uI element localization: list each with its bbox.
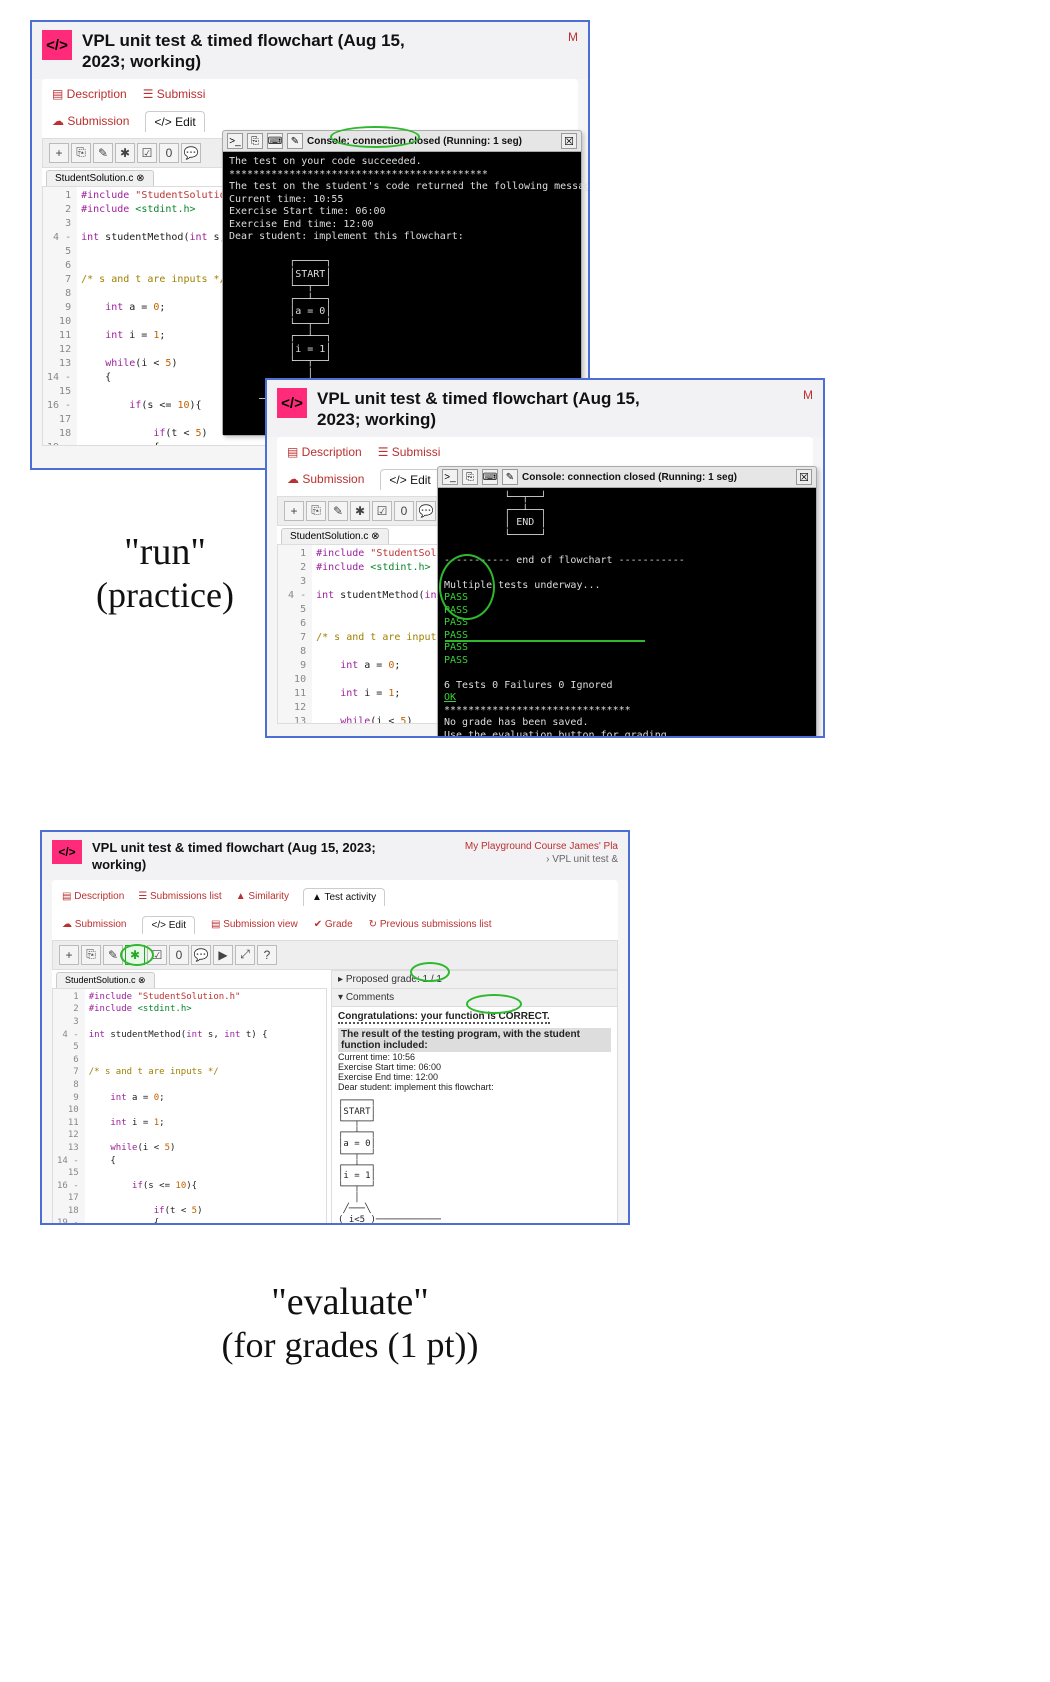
- tb-comment[interactable]: 💬: [416, 501, 436, 521]
- caption-run-sub: (practice): [50, 574, 280, 616]
- console-keyboard-icon[interactable]: ⌨: [482, 469, 498, 485]
- tb-redo[interactable]: ✎: [103, 945, 123, 965]
- tb-bug[interactable]: ✱: [125, 945, 145, 965]
- highlight-underline: [445, 640, 645, 642]
- tab-submission[interactable]: ☁ Submission: [52, 111, 129, 132]
- header: </> VPL unit test & timed flowchart (Aug…: [42, 832, 628, 880]
- tab-submission[interactable]: ☁ Submission: [62, 916, 126, 934]
- secondary-tabs: ☁ Submission </> Edit ▤ Submission view …: [52, 912, 618, 940]
- caption-run: "run" (practice): [50, 530, 280, 616]
- tb-bug[interactable]: ✱: [350, 501, 370, 521]
- flowchart-ascii: ┌─────┐ │START│ └──┬──┘ ┌──┴──┐ │a = 0│ …: [338, 1096, 611, 1225]
- evaluation-panel: ▸ Proposed grade: 1 / 1 ▾ Comments Congr…: [331, 970, 618, 1225]
- tab-similarity[interactable]: ▲ Similarity: [236, 891, 289, 902]
- console-output[interactable]: └──┬──┘ ┌──┴──┐ │ END │ └─────┘ --------…: [438, 488, 816, 738]
- tb-run[interactable]: ▶: [213, 945, 233, 965]
- caption-evaluate: "evaluate" (for grades (1 pt)): [150, 1280, 550, 1366]
- vpl-code-icon: </>: [52, 840, 82, 864]
- editor-toolbar: + ⎘ ✎ ✱ ☑ 0 💬 ▶ ⤢ ?: [52, 940, 618, 970]
- tb-zero[interactable]: 0: [394, 501, 414, 521]
- caption-evaluate-sub: (for grades (1 pt)): [150, 1324, 550, 1366]
- tab-edit[interactable]: </> Edit: [145, 111, 204, 132]
- tab-test-activity[interactable]: ▲ Test activity: [303, 888, 385, 906]
- line-gutter: 1 2 3 4 - 5 6 7 8 9 10 11 12 13 14 - 15 …: [43, 187, 77, 445]
- primary-tabs: ▤ Description ☰ Submissi: [42, 79, 578, 107]
- truncated-label: M: [803, 388, 813, 402]
- caption-run-title: "run": [50, 530, 280, 574]
- tb-save[interactable]: ⎘: [306, 501, 326, 521]
- tb-check[interactable]: ☑: [372, 501, 392, 521]
- console-pen-icon[interactable]: ✎: [502, 469, 518, 485]
- tb-help[interactable]: ?: [257, 945, 277, 965]
- tb-comment[interactable]: 💬: [181, 143, 201, 163]
- congrats-text: Congratulations: your function is CORREC…: [338, 1011, 550, 1024]
- result-head: The result of the testing program, with …: [338, 1028, 611, 1052]
- screenshot-evaluate: </> VPL unit test & timed flowchart (Aug…: [40, 830, 630, 1225]
- console-copy-icon[interactable]: ⎘: [462, 469, 478, 485]
- console-close-icon[interactable]: ☒: [561, 133, 577, 149]
- header: </> VPL unit test & timed flowchart (Aug…: [267, 380, 823, 437]
- info-lines: Current time: 10:56 Exercise Start time:…: [338, 1052, 611, 1092]
- comments-toggle[interactable]: ▾ Comments: [332, 989, 617, 1007]
- code-body[interactable]: #include "StudentSolution.h" #include <s…: [85, 989, 272, 1225]
- vpl-code-icon: </>: [42, 30, 72, 60]
- tab-submission[interactable]: ☁ Submission: [287, 469, 364, 490]
- tb-new[interactable]: +: [59, 945, 79, 965]
- console-keyboard-icon[interactable]: ⌨: [267, 133, 283, 149]
- tab-description[interactable]: ▤ Description: [287, 445, 362, 459]
- tab-edit[interactable]: </> Edit: [380, 469, 439, 490]
- tb-comment[interactable]: 💬: [191, 945, 211, 965]
- primary-tabs: ▤ Description ☰ Submissi: [277, 437, 813, 465]
- console-prompt-icon[interactable]: >_: [442, 469, 458, 485]
- screenshot-run-bottom: </> VPL unit test & timed flowchart (Aug…: [265, 378, 825, 738]
- file-tab[interactable]: StudentSolution.c ⊗: [56, 972, 155, 988]
- console-close-icon[interactable]: ☒: [796, 469, 812, 485]
- tb-check[interactable]: ☑: [147, 945, 167, 965]
- page-title: VPL unit test & timed flowchart (Aug 15,…: [317, 388, 657, 431]
- tab-submission-view[interactable]: ▤ Submission view: [211, 916, 298, 934]
- console-prompt-icon[interactable]: >_: [227, 133, 243, 149]
- tb-new[interactable]: +: [49, 143, 69, 163]
- vpl-code-icon: </>: [277, 388, 307, 418]
- primary-tabs: ▤ Description ☰ Submissions list ▲ Simil…: [52, 880, 618, 912]
- console-copy-icon[interactable]: ⎘: [247, 133, 263, 149]
- page-title: VPL unit test & timed flowchart (Aug 15,…: [92, 840, 412, 874]
- tb-redo[interactable]: ✎: [328, 501, 348, 521]
- tb-new[interactable]: +: [284, 501, 304, 521]
- console-pen-icon[interactable]: ✎: [287, 133, 303, 149]
- line-gutter: 1 2 3 4 - 5 6 7 8 9 10 11 12 13 14 - 15 …: [278, 545, 312, 723]
- console-window: >_ ⎘ ⌨ ✎ Console: connection closed (Run…: [437, 466, 817, 738]
- tb-zero[interactable]: 0: [159, 143, 179, 163]
- tb-redo[interactable]: ✎: [93, 143, 113, 163]
- caption-evaluate-title: "evaluate": [150, 1280, 550, 1324]
- tab-previous[interactable]: ↻ Previous submissions list: [369, 916, 492, 934]
- file-tab[interactable]: StudentSolution.c ⊗: [281, 528, 389, 544]
- tab-description[interactable]: ▤ Description: [62, 891, 124, 902]
- console-title: Console: connection closed (Running: 1 s…: [307, 136, 557, 147]
- line-gutter: 1 2 3 4 - 5 6 7 8 9 10 11 12 13 14 - 15 …: [53, 989, 85, 1225]
- tab-submissions[interactable]: ☰ Submissions list: [138, 891, 221, 902]
- proposed-grade[interactable]: ▸ Proposed grade: 1 / 1: [332, 971, 617, 989]
- tb-zero[interactable]: 0: [169, 945, 189, 965]
- tb-save[interactable]: ⎘: [71, 143, 91, 163]
- breadcrumb: My Playground Course James' Pla › VPL un…: [465, 840, 618, 866]
- tab-description[interactable]: ▤ Description: [52, 87, 127, 101]
- tab-edit[interactable]: </> Edit: [142, 916, 194, 934]
- code-editor[interactable]: 1 2 3 4 - 5 6 7 8 9 10 11 12 13 14 - 15 …: [52, 988, 327, 1225]
- tb-bug[interactable]: ✱: [115, 143, 135, 163]
- header: </> VPL unit test & timed flowchart (Aug…: [32, 22, 588, 79]
- console-title: Console: connection closed (Running: 1 s…: [522, 472, 792, 483]
- tb-expand[interactable]: ⤢: [235, 945, 255, 965]
- truncated-label: M: [568, 30, 578, 44]
- tb-save[interactable]: ⎘: [81, 945, 101, 965]
- file-tab[interactable]: StudentSolution.c ⊗: [46, 170, 154, 186]
- page-title: VPL unit test & timed flowchart (Aug 15,…: [82, 30, 422, 73]
- tab-grade[interactable]: ✔ Grade: [314, 916, 353, 934]
- tab-submissions[interactable]: ☰ Submissi: [143, 87, 206, 101]
- tab-submissions[interactable]: ☰ Submissi: [378, 445, 441, 459]
- tb-check[interactable]: ☑: [137, 143, 157, 163]
